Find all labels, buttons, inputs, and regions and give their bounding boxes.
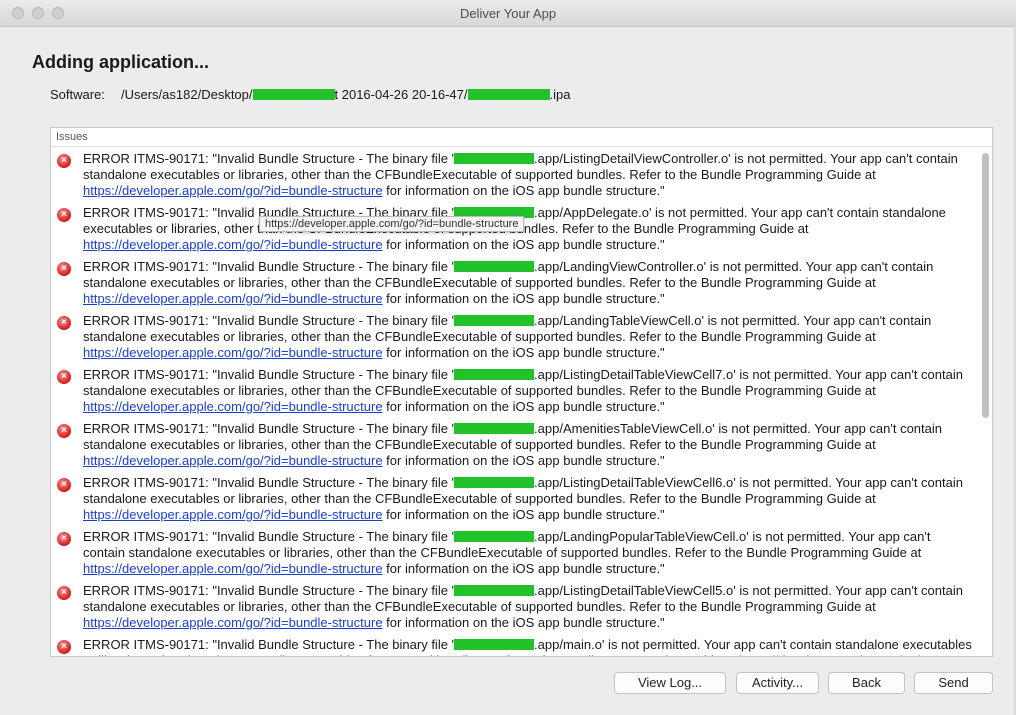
issue-row[interactable]: × ERROR ITMS-90171: "Invalid Bundle Struc… — [51, 473, 979, 527]
bundle-structure-link[interactable]: https://developer.apple.com/go/?id=bundl… — [83, 615, 383, 630]
issue-quote: "Invalid Bundle Structure - The binary f… — [212, 421, 455, 436]
redacted-block — [454, 585, 535, 596]
issue-tail: for information on the iOS app bundle st… — [382, 399, 665, 414]
bundle-structure-link[interactable]: https://developer.apple.com/go/?id=bundl… — [83, 453, 383, 468]
error-icon: × — [57, 640, 71, 654]
issue-code: ERROR ITMS-90171: — [83, 529, 209, 544]
issue-code: ERROR ITMS-90171: — [83, 313, 209, 328]
error-icon: × — [57, 370, 71, 384]
bundle-structure-link[interactable]: https://developer.apple.com/go/?id=bundl… — [83, 345, 383, 360]
error-icon: × — [57, 424, 71, 438]
bundle-structure-link[interactable]: https://developer.apple.com/go/?id=bundl… — [83, 291, 383, 306]
issue-message: ERROR ITMS-90171: "Invalid Bundle Struct… — [83, 421, 973, 469]
issue-quote: "Invalid Bundle Structure - The binary f… — [212, 529, 455, 544]
issue-tail: for information on the iOS app bundle st… — [382, 453, 665, 468]
issue-quote: "Invalid Bundle Structure - The binary f… — [212, 637, 455, 652]
error-icon: × — [57, 154, 71, 168]
bundle-structure-link[interactable]: https://developer.apple.com/go/?id=bundl… — [83, 507, 383, 522]
issue-message: ERROR ITMS-90171: "Invalid Bundle Struct… — [83, 529, 973, 577]
issue-code: ERROR ITMS-90171: — [83, 421, 209, 436]
issue-quote: "Invalid Bundle Structure - The binary f… — [212, 259, 455, 274]
link-tooltip: https://developer.apple.com/go/?id=bundl… — [259, 216, 525, 232]
issue-quote: "Invalid Bundle Structure - The binary f… — [212, 583, 455, 598]
issue-row[interactable]: × ERROR ITMS-90171: "Invalid Bundle Struc… — [51, 527, 979, 581]
issue-tail: for information on the iOS app bundle st… — [382, 345, 665, 360]
issue-code: ERROR ITMS-90171: — [83, 367, 209, 382]
software-label: Software: — [50, 87, 105, 102]
redacted-block — [467, 89, 550, 100]
bundle-structure-link[interactable]: https://developer.apple.com/go/?id=bundl… — [83, 399, 383, 414]
redacted-block — [454, 315, 535, 326]
redacted-block — [454, 369, 535, 380]
redacted-block — [252, 89, 335, 100]
issue-row[interactable]: × ERROR ITMS-90171: "Invalid Bundle Struc… — [51, 365, 979, 419]
redacted-block — [454, 153, 535, 164]
issue-row[interactable]: × ERROR ITMS-90171: "Invalid Bundle Struc… — [51, 257, 979, 311]
issue-message: ERROR ITMS-90171: "Invalid Bundle Struct… — [83, 151, 973, 199]
path-middle: t 2016-04-26 20-16-47/ — [334, 87, 468, 102]
issue-code: ERROR ITMS-90171: — [83, 205, 209, 220]
path-suffix: .ipa — [549, 87, 571, 102]
redacted-block — [454, 477, 535, 488]
issue-message: ERROR ITMS-90171: "Invalid Bundle Struct… — [83, 313, 973, 361]
issue-message: ERROR ITMS-90171: "Invalid Bundle Struct… — [83, 475, 973, 523]
issue-code: ERROR ITMS-90171: — [83, 583, 209, 598]
redacted-block — [454, 423, 535, 434]
issues-header: Issues — [51, 128, 992, 147]
issues-panel: Issues × ERROR ITMS-90171: "Invalid Bundl… — [50, 127, 993, 657]
bundle-structure-link[interactable]: https://developer.apple.com/go/?id=bundl… — [83, 183, 383, 198]
issue-code: ERROR ITMS-90171: — [83, 475, 209, 490]
error-icon: × — [57, 316, 71, 330]
issue-code: ERROR ITMS-90171: — [83, 637, 209, 652]
issue-tail: for information on the iOS app bundle st… — [382, 561, 665, 576]
issue-row[interactable]: × ERROR ITMS-90171: "Invalid Bundle Struc… — [51, 635, 979, 656]
page-title: Adding application... — [32, 52, 209, 72]
issue-tail: for information on the iOS app bundle st… — [382, 237, 665, 252]
bundle-structure-link[interactable]: https://developer.apple.com/go/?id=bundl… — [83, 561, 383, 576]
path-prefix: /Users/as182/Desktop/ — [121, 87, 253, 102]
scroll-thumb[interactable] — [982, 153, 989, 418]
issue-tail: for information on the iOS app bundle st… — [382, 291, 665, 306]
error-icon: × — [57, 532, 71, 546]
issue-quote: "Invalid Bundle Structure - The binary f… — [212, 367, 455, 382]
redacted-block — [454, 531, 535, 542]
title-bar: Deliver Your App — [0, 0, 1016, 27]
redacted-block — [454, 261, 535, 272]
issue-row[interactable]: × ERROR ITMS-90171: "Invalid Bundle Struc… — [51, 311, 979, 365]
issue-row[interactable]: × ERROR ITMS-90171: "Invalid Bundle Struc… — [51, 149, 979, 203]
issue-code: ERROR ITMS-90171: — [83, 151, 209, 166]
error-icon: × — [57, 262, 71, 276]
error-icon: × — [57, 586, 71, 600]
issue-row[interactable]: × ERROR ITMS-90171: "Invalid Bundle Struc… — [51, 581, 979, 635]
error-icon: × — [57, 208, 71, 222]
issue-quote: "Invalid Bundle Structure - The binary f… — [212, 151, 455, 166]
issue-message: ERROR ITMS-90171: "Invalid Bundle Struct… — [83, 367, 973, 415]
issue-quote: "Invalid Bundle Structure - The binary f… — [212, 475, 455, 490]
view-log-button[interactable]: View Log... — [614, 672, 726, 694]
send-button[interactable]: Send — [914, 672, 993, 694]
issue-quote: "Invalid Bundle Structure - The binary f… — [212, 313, 455, 328]
issue-tail: for information on the iOS app bundle st… — [382, 507, 665, 522]
issue-message: ERROR ITMS-90171: "Invalid Bundle Struct… — [83, 583, 973, 631]
error-icon: × — [57, 478, 71, 492]
issue-tail: for information on the iOS app bundle st… — [382, 615, 665, 630]
issues-scrollbar[interactable] — [981, 150, 990, 655]
software-path: Software: /Users/as182/Desktop/t 2016-04-… — [50, 87, 570, 102]
issue-row[interactable]: × ERROR ITMS-90171: "Invalid Bundle Struc… — [51, 419, 979, 473]
issue-message: ERROR ITMS-90171: "Invalid Bundle Struct… — [83, 259, 973, 307]
deliver-window: Deliver Your App Adding application... S… — [0, 0, 1016, 715]
redacted-block — [454, 639, 535, 650]
issue-message: ERROR ITMS-90171: "Invalid Bundle Struct… — [83, 637, 973, 656]
activity-button[interactable]: Activity... — [736, 672, 819, 694]
issue-tail: for information on the iOS app bundle st… — [382, 183, 665, 198]
back-button[interactable]: Back — [828, 672, 905, 694]
issue-message: ERROR ITMS-90171: "Invalid Bundle Struct… — [83, 205, 973, 253]
bundle-structure-link[interactable]: https://developer.apple.com/go/?id=bundl… — [83, 237, 383, 252]
window-title: Deliver Your App — [459, 6, 557, 21]
issue-code: ERROR ITMS-90171: — [83, 259, 209, 274]
